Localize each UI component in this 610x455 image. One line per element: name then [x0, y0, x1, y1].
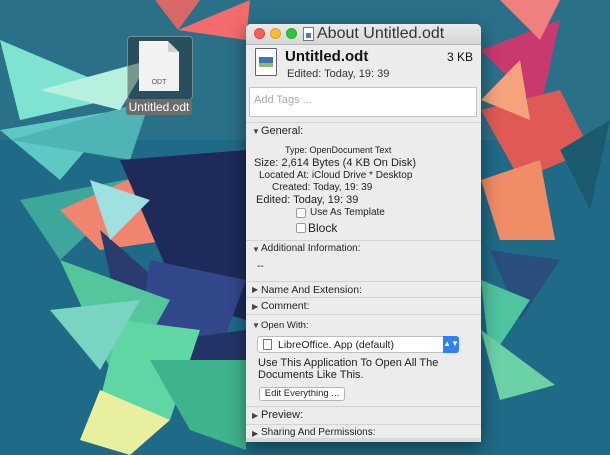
tags-placeholder: Add Tags ...	[254, 94, 312, 106]
template-label: Use As Template	[310, 207, 385, 218]
desktop-file-label[interactable]: Untitled.odt	[117, 98, 201, 116]
desktop-file-name: Untitled.odt	[125, 99, 193, 115]
section-comment-title[interactable]: Comment:	[261, 300, 309, 312]
section-preview-title[interactable]: Preview:	[261, 409, 303, 421]
template-checkbox[interactable]	[296, 208, 306, 218]
block-label: Block	[308, 221, 338, 235]
window-bottom-edge	[246, 438, 481, 442]
disclosure-closed-icon[interactable]: ▶	[252, 429, 258, 438]
file-name: Untitled.odt	[285, 48, 369, 65]
title-bar[interactable]: About Untitled.odt	[246, 24, 481, 45]
file-size: 3 KB	[446, 50, 473, 64]
additional-value: --	[257, 261, 264, 272]
edit-everything-button[interactable]: Edit Everything ...	[259, 387, 345, 401]
window-title: About Untitled.odt	[317, 25, 445, 42]
divider	[246, 297, 481, 298]
edited-info: Edited: Today, 19: 39	[256, 194, 359, 206]
block-checkbox[interactable]	[296, 223, 306, 233]
disclosure-open-icon[interactable]: ▼	[252, 321, 260, 330]
open-with-dropdown[interactable]: LibreOffice. App (default) ▲▼	[257, 336, 459, 353]
disclosure-closed-icon[interactable]: ▶	[252, 411, 258, 420]
section-name-extension-title[interactable]: Name And Extension:	[261, 284, 362, 296]
open-with-description: Use This Application To Open All The Doc…	[258, 357, 439, 381]
document-icon	[263, 339, 272, 350]
disclosure-open-icon[interactable]: ▼	[252, 127, 260, 136]
tags-field[interactable]: Add Tags ...	[249, 87, 477, 117]
disclosure-closed-icon[interactable]: ▶	[252, 285, 258, 294]
desktop-file-untitled[interactable]: ODT Untitled.odt	[117, 36, 201, 116]
divider	[246, 424, 481, 425]
edited-date: Edited: Today, 19: 39	[287, 68, 390, 80]
type-info: Type: OpenDocument Text	[285, 145, 392, 155]
section-open-with-title[interactable]: Open With:	[261, 320, 309, 331]
location-info: Located At: iCloud Drive * Desktop	[259, 170, 413, 181]
divider	[246, 240, 481, 241]
open-with-value: LibreOffice. App (default)	[278, 339, 394, 351]
created-info: Created: Today, 19: 39	[272, 182, 373, 193]
divider	[246, 122, 481, 123]
disclosure-open-icon[interactable]: ▼	[252, 245, 260, 254]
file-icon	[255, 48, 277, 76]
divider	[246, 281, 481, 282]
chevron-updown-icon[interactable]: ▲▼	[443, 336, 459, 353]
get-info-window: About Untitled.odt Untitled.odt 3 KB Edi…	[246, 24, 481, 442]
zoom-button[interactable]	[286, 28, 297, 39]
section-sharing-title[interactable]: Sharing And Permissions:	[261, 427, 376, 438]
section-additional-title[interactable]: Additional Information:	[261, 243, 361, 254]
divider	[246, 406, 481, 407]
disclosure-closed-icon[interactable]: ▶	[252, 302, 258, 311]
section-general-title[interactable]: General:	[261, 125, 303, 137]
image-preview-icon	[259, 57, 273, 67]
file-type-badge: ODT	[151, 79, 167, 86]
size-info: Size: 2,614 Bytes (4 KB On Disk)	[254, 157, 417, 169]
odt-document-icon: ODT	[139, 41, 179, 91]
document-icon	[303, 27, 314, 41]
close-button[interactable]	[254, 28, 265, 39]
minimize-button[interactable]	[270, 28, 281, 39]
divider	[246, 314, 481, 315]
